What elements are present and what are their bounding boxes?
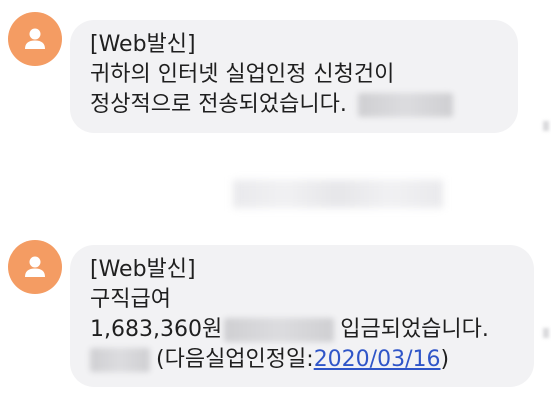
message-text-line: 구직급여: [90, 287, 171, 312]
redacted-text: [357, 93, 453, 117]
message-sender-tag: [Web발신]: [90, 257, 196, 282]
message-text-line: 정상적으로 전송되었습니다.: [90, 90, 500, 120]
person-icon: [25, 28, 45, 49]
message-text: 정상적으로 전송되었습니다.: [90, 92, 347, 117]
redacted-text: [224, 318, 335, 342]
next-date-label: (다음실업인정일:: [156, 347, 314, 372]
sender-avatar[interactable]: [8, 12, 62, 66]
edge-mark: [543, 121, 549, 131]
message-text-line: (다음실업인정일:2020/03/16): [90, 345, 516, 375]
next-date-link[interactable]: 2020/03/16: [314, 347, 441, 372]
edge-mark: [543, 328, 549, 338]
message-bubble[interactable]: [Web발신] 구직급여 1,683,360원 입금되었습니다. (다음실업인정일…: [70, 245, 534, 387]
redacted-divider: [233, 180, 443, 208]
person-icon: [25, 256, 45, 277]
sender-avatar[interactable]: [8, 240, 62, 294]
message-text-line: 귀하의 인터넷 실업인정 신청건이: [90, 62, 395, 87]
next-date-close: ): [440, 347, 450, 372]
redacted-text: [90, 348, 150, 372]
deposit-status: 입금되었습니다.: [340, 317, 489, 342]
message-sender-tag: [Web발신]: [90, 32, 196, 57]
deposit-amount: 1,683,360원: [90, 317, 223, 342]
message-text-line: 1,683,360원 입금되었습니다.: [90, 315, 516, 345]
message-bubble[interactable]: [Web발신] 귀하의 인터넷 실업인정 신청건이 정상적으로 전송되었습니다.: [70, 20, 518, 133]
